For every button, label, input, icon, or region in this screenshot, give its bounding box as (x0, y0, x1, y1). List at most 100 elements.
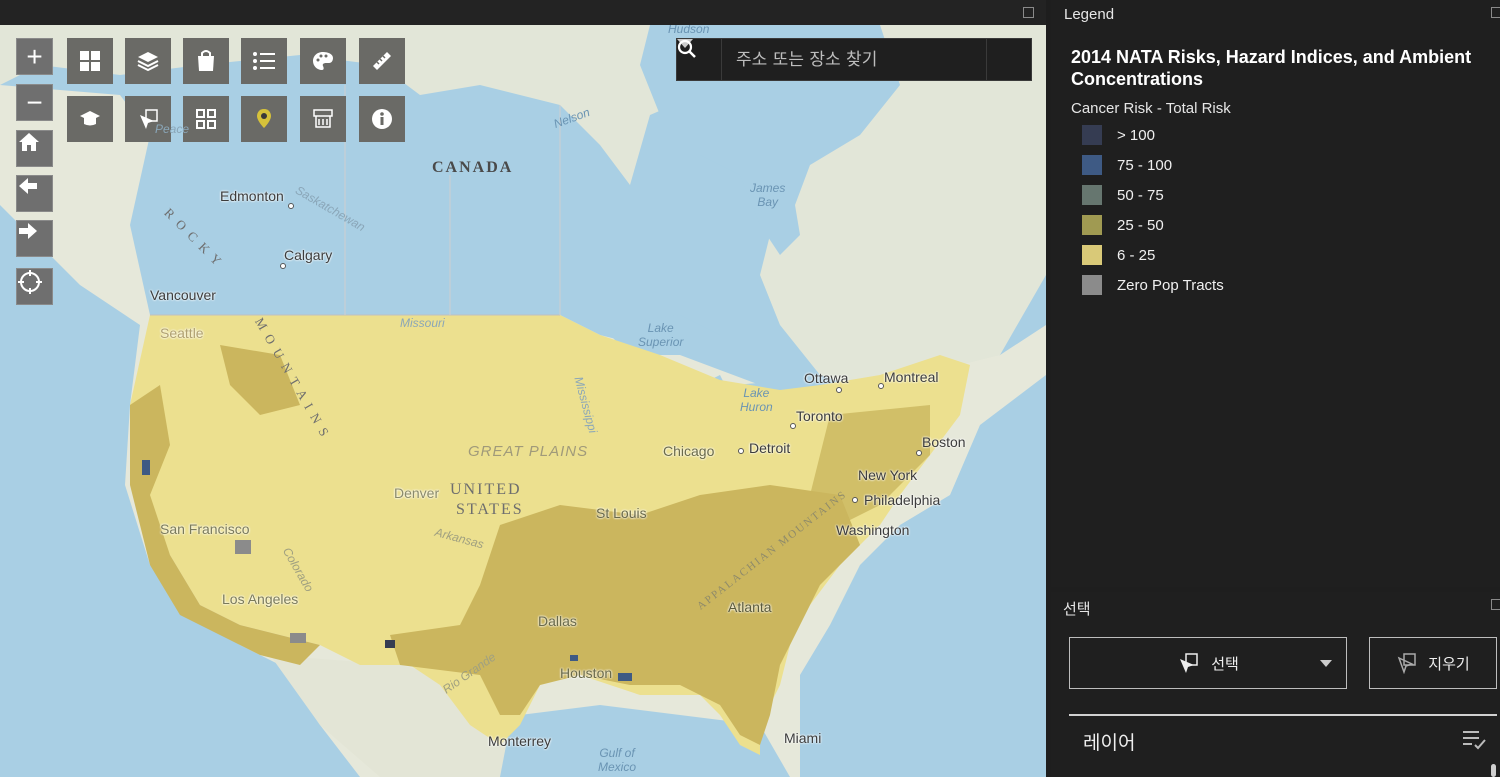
ruler-icon (373, 52, 391, 70)
maximize-legend-icon[interactable] (1491, 7, 1500, 18)
keyboard-icon (313, 109, 333, 128)
city-monterrey: Monterrey (488, 733, 552, 749)
home-button[interactable] (16, 130, 53, 167)
legend-item-label: 75 - 100 (1117, 156, 1173, 174)
city-dot (280, 263, 286, 269)
chevron-down-icon[interactable] (1320, 660, 1332, 668)
search-icon (677, 39, 696, 58)
next-extent-button[interactable] (16, 220, 53, 257)
scrollbar[interactable] (1491, 764, 1496, 777)
locate-icon (18, 270, 42, 294)
legend-swatch (1082, 275, 1102, 295)
legend-item: 6 - 25 (1082, 245, 1155, 265)
legend-item-label: 50 - 75 (1117, 186, 1164, 204)
basemap-gallery-button[interactable] (67, 38, 113, 84)
bookmark-location-button[interactable] (241, 96, 287, 142)
grid-icon (80, 51, 100, 71)
palette-icon (313, 52, 333, 70)
select-button-label: 선택 (1211, 654, 1239, 673)
arrow-left-icon (19, 178, 37, 194)
map-label-gulf: Gulf of Mexico (598, 746, 637, 774)
legend-item-label: 25 - 50 (1117, 216, 1164, 234)
list-icon (253, 52, 275, 70)
widget-grid-button[interactable] (183, 96, 229, 142)
print-button[interactable] (300, 96, 346, 142)
search-button[interactable] (677, 39, 1031, 80)
map-label-lake-huron: Lake Huron (740, 386, 773, 414)
legend-item: 25 - 50 (1082, 215, 1164, 235)
layers-icon (137, 52, 159, 72)
city-dot (790, 423, 796, 429)
city-denver: Denver (394, 485, 440, 501)
home-icon (19, 133, 39, 151)
legend-layer-title: 2014 NATA Risks, Hazard Indices, and Amb… (1071, 47, 1472, 89)
legend-panel: Legend 2014 NATA Risks, Hazard Indices, … (1051, 0, 1500, 587)
legend-swatch (1082, 215, 1102, 235)
filter-list-icon[interactable] (1461, 729, 1487, 751)
legend-item-label: 6 - 25 (1117, 246, 1156, 264)
apps-icon (196, 109, 216, 129)
legend-item: > 100 (1082, 125, 1155, 145)
map-pin-icon (257, 109, 271, 128)
legend-item: 75 - 100 (1082, 155, 1172, 175)
layers-heading: 레이어 (1083, 732, 1136, 754)
legend-swatch (1082, 245, 1102, 265)
legend-item: 50 - 75 (1082, 185, 1164, 205)
measure-button[interactable] (359, 38, 405, 84)
city-atlanta: Atlanta (728, 599, 772, 615)
legend-item: Zero Pop Tracts (1082, 275, 1224, 295)
graduation-cap-icon (80, 111, 100, 126)
arrow-right-icon (19, 223, 37, 239)
add-data-button[interactable] (183, 38, 229, 84)
city-boston: Boston (922, 434, 966, 450)
clear-selection-icon (1397, 653, 1417, 674)
layer-list-button[interactable] (125, 38, 171, 84)
city-miami: Miami (784, 730, 822, 746)
maximize-map-icon[interactable] (1023, 7, 1034, 18)
city-dot (878, 383, 884, 389)
locate-button[interactable] (16, 268, 53, 305)
style-button[interactable] (300, 38, 346, 84)
bag-icon (198, 50, 214, 71)
city-chicago: Chicago (663, 443, 715, 459)
city-toronto: Toronto (796, 408, 843, 424)
zoom-in-button[interactable]: + (16, 38, 53, 75)
search-input[interactable] (722, 39, 986, 80)
select-panel: 선택 선택 지우기 레이어 (1051, 592, 1500, 777)
city-detroit: Detroit (749, 440, 791, 456)
cap-button[interactable] (67, 96, 113, 142)
map-label-peace: Peace (155, 122, 190, 136)
city-seattle: Seattle (160, 325, 204, 341)
city-dot (738, 448, 744, 454)
city-philadelphia: Philadelphia (864, 492, 941, 508)
search-widget (676, 38, 1032, 81)
map-title-bar (0, 0, 1046, 25)
city-los-angeles: Los Angeles (222, 591, 299, 607)
map-label-james-bay: James Bay (750, 181, 786, 209)
clear-button[interactable]: 지우기 (1369, 637, 1497, 689)
city-montreal: Montreal (884, 369, 939, 385)
select-panel-header: 선택 (1063, 600, 1091, 618)
city-dot (852, 497, 858, 503)
map-label-hudson: Hudson (668, 25, 710, 36)
zoom-out-button[interactable]: − (16, 84, 53, 121)
legend-field-name: Cancer Risk - Total Risk (1071, 100, 1231, 117)
city-dot (916, 450, 922, 456)
city-vancouver: Vancouver (150, 287, 216, 303)
legend-swatch (1082, 125, 1102, 145)
city-st-louis: St Louis (596, 505, 647, 521)
legend-header: Legend (1064, 6, 1115, 23)
select-button[interactable]: 선택 (1069, 637, 1347, 689)
map-label-united: UNITED (450, 481, 522, 498)
legend-swatch (1082, 185, 1102, 205)
map-view[interactable]: + − 주소 또는 장소 찾기 CANADA R O C K Y M O U N… (0, 25, 1046, 777)
about-button[interactable] (359, 96, 405, 142)
select-cursor-icon (1180, 653, 1198, 673)
city-edmonton: Edmonton (220, 188, 284, 204)
legend-button[interactable] (241, 38, 287, 84)
city-ottawa: Ottawa (804, 370, 849, 386)
map-label-missouri: Missouri (400, 316, 445, 330)
previous-extent-button[interactable] (16, 175, 53, 212)
city-calgary: Calgary (284, 247, 333, 263)
maximize-select-icon[interactable] (1491, 599, 1500, 610)
